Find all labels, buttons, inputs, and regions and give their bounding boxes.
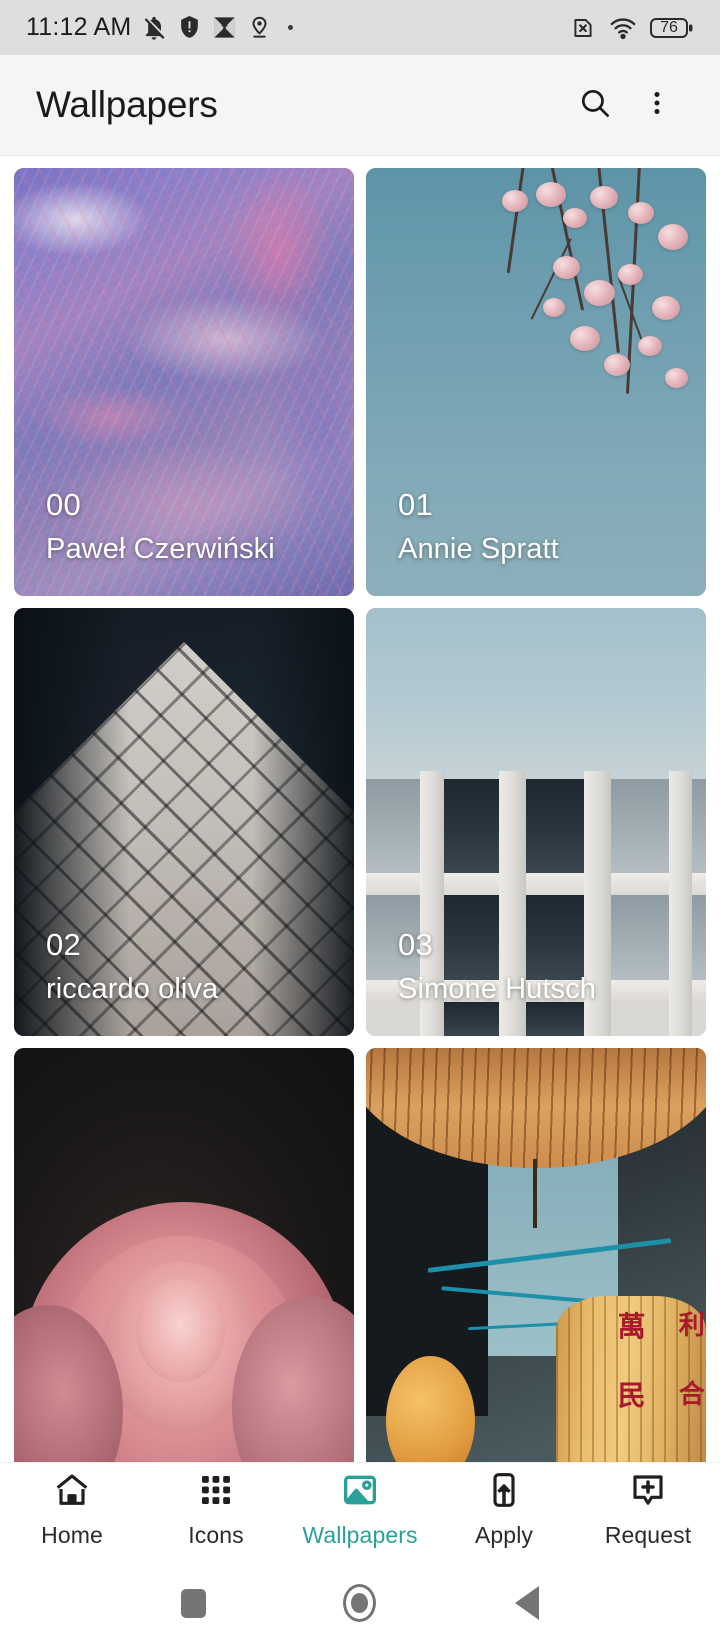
search-icon [577,85,613,126]
more-dot-icon [288,25,294,30]
wallpaper-author: Paweł Czerwiński [46,532,275,565]
request-plus-icon [628,1470,668,1515]
battery-level-text: 76 [660,18,678,36]
battery-icon: 76 [650,16,694,40]
home-icon [52,1470,92,1515]
wallpaper-number: 02 [46,927,82,963]
sim-card-off-icon [570,15,596,41]
back-triangle-icon [514,1586,539,1620]
home-circle-icon [343,1584,377,1622]
apply-phone-up-icon [484,1470,524,1515]
status-bar-right: 76 [570,14,694,42]
status-bar-left: 11:12 AM [26,13,570,42]
wallpaper-thumbnail: 萬 民 利 合 [366,1048,706,1462]
wallpaper-thumbnail [14,1048,354,1462]
system-navigation-bar [0,1556,720,1650]
wallpaper-card[interactable] [14,1048,354,1462]
status-time: 11:12 AM [26,13,132,41]
recents-square-icon [180,1588,206,1618]
shield-warning-icon [177,15,202,40]
nav-label-wallpapers: Wallpapers [302,1522,418,1548]
wallpaper-caption [366,1450,706,1462]
back-button[interactable] [497,1573,557,1633]
nav-item-apply[interactable]: Apply [432,1463,576,1556]
page-title: Wallpapers [36,84,218,125]
wallpaper-card[interactable]: 00 Paweł Czerwiński [14,168,354,596]
nav-item-request[interactable]: Request [576,1463,720,1556]
nav-label-apply: Apply [474,1522,534,1548]
image-icon [340,1470,380,1515]
wallpaper-number: 03 [398,927,434,963]
nav-label-icons: Icons [188,1522,244,1548]
home-button[interactable] [330,1573,390,1633]
nav-item-wallpapers[interactable]: Wallpapers [288,1463,432,1556]
nav-item-home[interactable]: Home [0,1463,144,1556]
wallpaper-author: Annie Spratt [398,532,559,565]
wallpaper-card[interactable]: 萬 民 利 合 [366,1048,706,1462]
wallpaper-grid[interactable]: 00 Paweł Czerwiński 01 Annie Spratt 02 r… [0,156,720,1462]
wallpaper-card[interactable]: 01 Annie Spratt [366,168,706,596]
app-bar: Wallpapers [0,55,720,156]
overflow-menu-icon [642,86,672,125]
wallpaper-caption: 01 Annie Spratt [366,483,706,596]
wallpaper-author: Simone Hutsch [398,972,596,1005]
image-download-icon [211,14,238,41]
recents-button[interactable] [163,1573,223,1633]
location-pin-icon [247,15,272,40]
nav-label-request: Request [604,1522,692,1548]
wallpaper-caption: 03 Simone Hutsch [366,923,706,1036]
wallpaper-author: riccardo oliva [46,972,219,1005]
wallpaper-card[interactable]: 02 riccardo oliva [14,608,354,1036]
bottom-navigation: Home Icons Wallpapers Apply Request [0,1462,720,1556]
wallpaper-caption: 00 Paweł Czerwiński [14,483,354,596]
grid-dots-icon [196,1470,236,1515]
status-bar: 11:12 AM 76 [0,0,720,55]
wallpaper-number: 01 [398,487,434,523]
wallpaper-number: 00 [46,487,82,523]
overflow-menu-button[interactable] [626,74,688,136]
wifi-icon [609,14,637,42]
wallpaper-caption: 02 riccardo oliva [14,923,354,1036]
notifications-muted-icon [140,14,168,42]
nav-label-home: Home [41,1522,103,1548]
search-button[interactable] [564,74,626,136]
nav-item-icons[interactable]: Icons [144,1463,288,1556]
wallpaper-caption [14,1450,354,1462]
wallpaper-card[interactable]: 03 Simone Hutsch [366,608,706,1036]
